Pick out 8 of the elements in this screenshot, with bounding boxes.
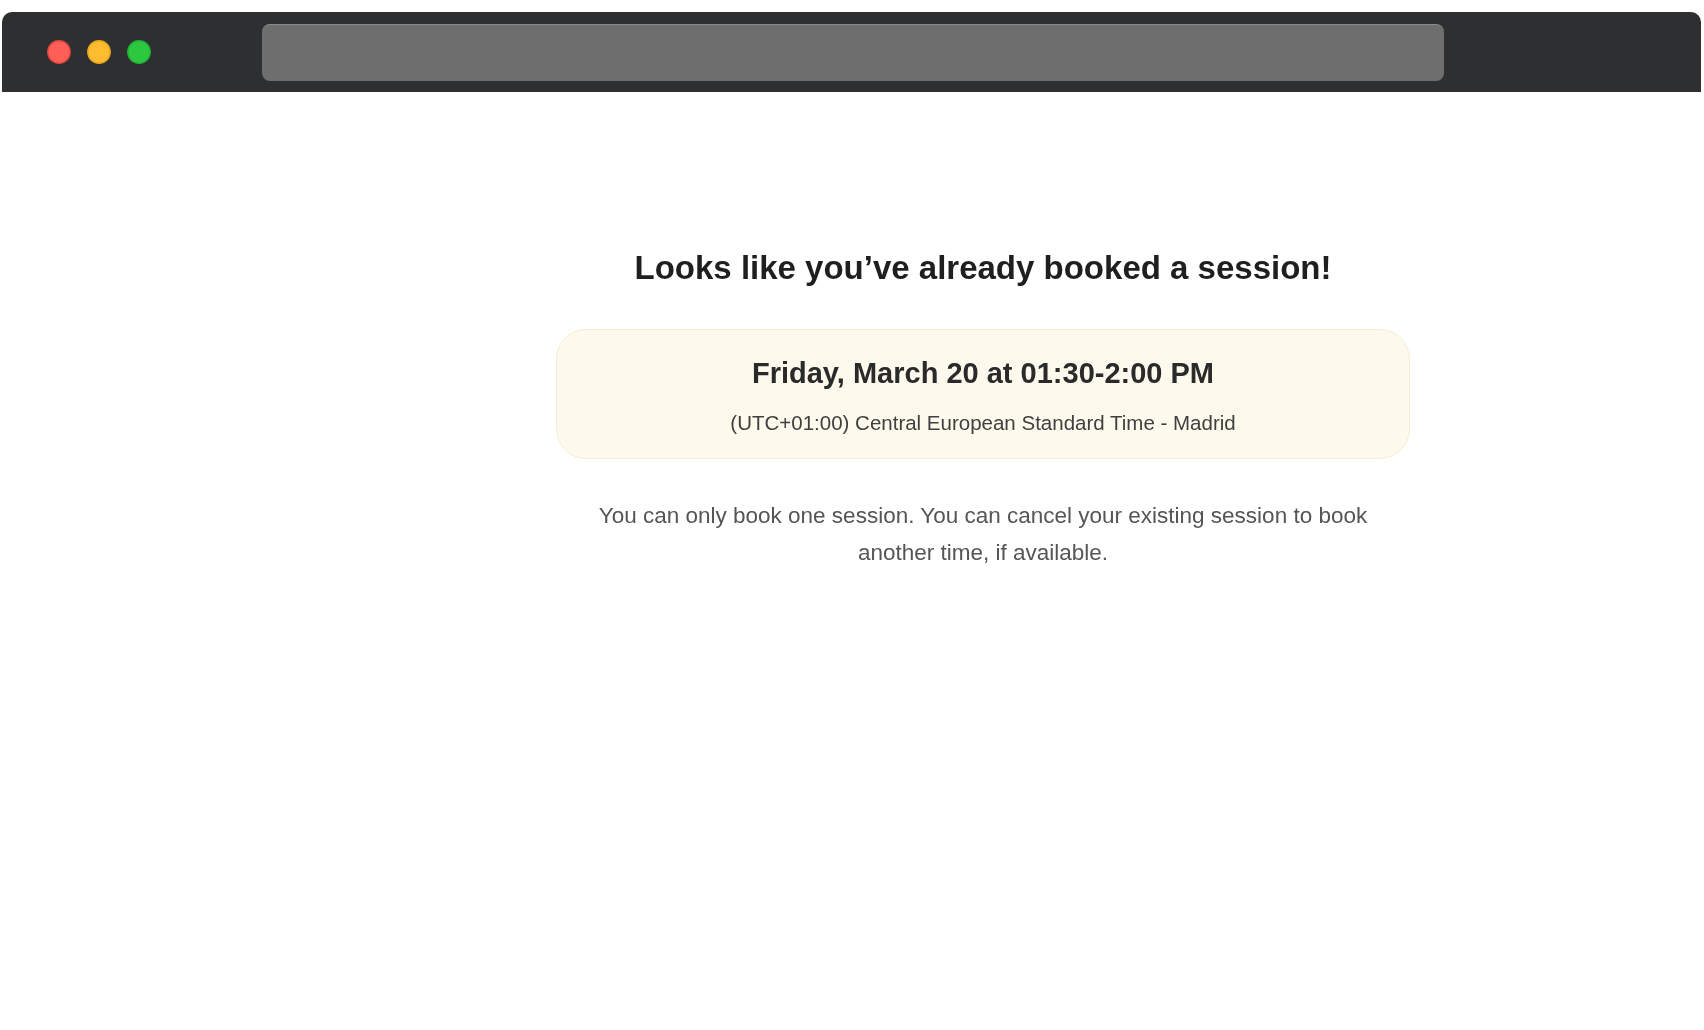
booking-date-time: Friday, March 20 at 01:30-2:00 PM	[750, 356, 1215, 390]
maximize-icon[interactable]	[127, 40, 151, 64]
close-icon[interactable]	[47, 40, 71, 64]
address-field[interactable]	[262, 23, 1444, 81]
page-heading: Looks like you’ve already booked a session!	[633, 248, 1333, 288]
minimize-icon[interactable]	[87, 40, 111, 64]
booking-timezone: (UTC+01:00) Central European Standard Time - Madrid	[729, 410, 1237, 436]
booking-note: You can only book one session. You can cancel your existing session to book another time, if available.	[597, 502, 1369, 567]
